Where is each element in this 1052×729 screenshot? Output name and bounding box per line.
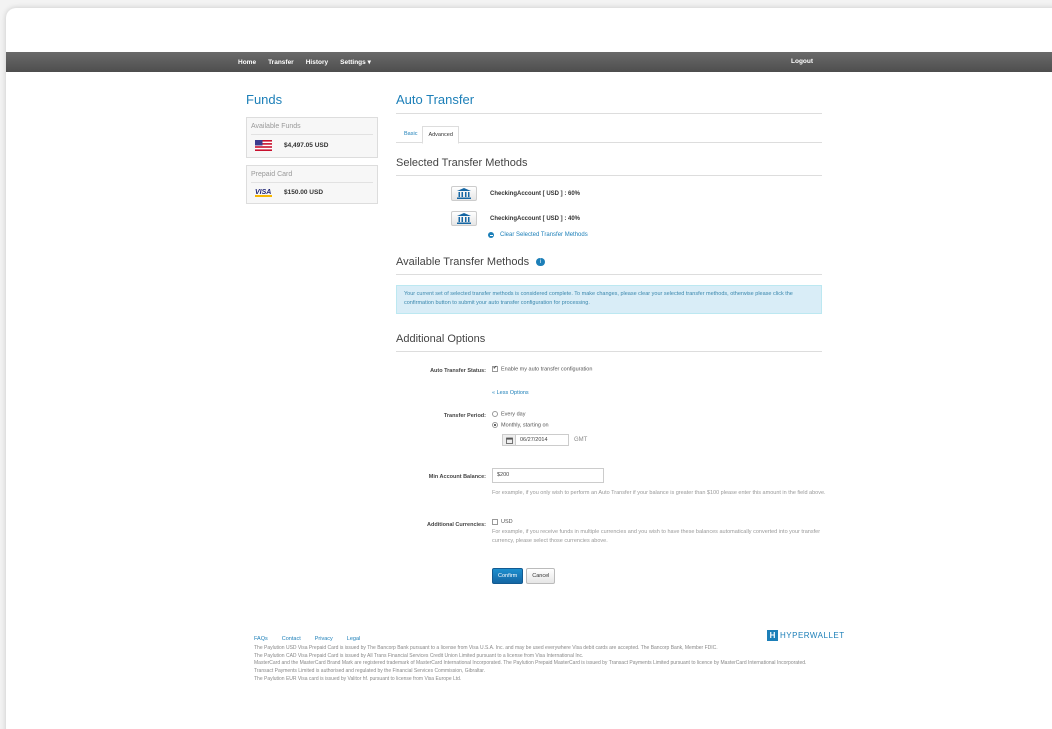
- checkbox-checked-icon: [492, 365, 498, 372]
- transfer-method-row: CheckingAccount [ USD ] : 60%: [451, 186, 822, 201]
- auto-transfer-main: Auto Transfer Basic Advanced Selected Tr…: [396, 92, 826, 648]
- transfer-method-label: CheckingAccount [ USD ] : 40%: [490, 215, 581, 222]
- options-form: Auto Transfer Status: Enable my auto tra…: [396, 352, 826, 648]
- us-flag-icon: [255, 140, 272, 151]
- radio-icon: [492, 411, 498, 417]
- start-date-group: 06/27/2014 GMT: [502, 434, 587, 446]
- timezone-label: GMT: [574, 437, 588, 443]
- nav-transfer[interactable]: Transfer: [268, 59, 294, 66]
- period-every-day-label: Every day: [501, 411, 526, 418]
- min-balance-group: $200 For example, if you only wish to pe…: [492, 468, 832, 498]
- info-alert: Your current set of selected transfer me…: [396, 285, 822, 314]
- clear-methods-link[interactable]: Clear Selected Transfer Methods: [488, 232, 822, 238]
- radio-selected-icon: [492, 422, 498, 428]
- period-monthly-radio[interactable]: Monthly, starting on: [492, 422, 549, 428]
- min-balance-help: For example, if you only wish to perform…: [492, 490, 826, 496]
- clear-methods-label: Clear Selected Transfer Methods: [500, 232, 588, 238]
- footer-line: The Paylution EUR Visa card is issued by…: [254, 675, 462, 682]
- browser-frame: Home Transfer History Settings ▾ Logout …: [6, 8, 1052, 729]
- currencies-group: USD For example, if you receive funds in…: [492, 519, 832, 546]
- page-footer: FAQs Contact Privacy Legal H HYPERWALLET…: [254, 630, 844, 684]
- period-monthly-label: Monthly, starting on: [501, 422, 549, 429]
- hyperwallet-logo: H HYPERWALLET: [767, 630, 845, 641]
- footer-legal-text: The Paylution USD Visa Prepaid Card is i…: [254, 645, 822, 684]
- footer-line: The Paylution CAD Visa Prepaid Card is i…: [254, 652, 584, 659]
- footer-link-contact[interactable]: Contact: [282, 636, 301, 642]
- transfer-method-label: CheckingAccount [ USD ] : 60%: [490, 190, 581, 197]
- prepaid-card-row: VISA $150.00 USD: [251, 183, 373, 199]
- enable-auto-transfer-checkbox[interactable]: Enable my auto transfer configuration: [492, 365, 593, 373]
- calendar-icon: [505, 437, 513, 444]
- nav-history[interactable]: History: [306, 59, 328, 66]
- sidebar-title: Funds: [246, 92, 283, 107]
- transfer-method-row: CheckingAccount [ USD ] : 40%: [451, 211, 822, 226]
- auto-transfer-status-label: Auto Transfer Status:: [430, 368, 486, 374]
- page-title: Auto Transfer: [396, 92, 822, 114]
- available-methods-title: Available Transfer Methods i: [396, 256, 822, 275]
- minus-circle-icon: [488, 232, 494, 238]
- period-every-day-radio[interactable]: Every day: [492, 411, 525, 417]
- selected-methods-title: Selected Transfer Methods: [396, 157, 822, 176]
- footer-link-privacy[interactable]: Privacy: [315, 636, 333, 642]
- info-icon[interactable]: i: [536, 258, 546, 267]
- nav-settings-dropdown[interactable]: Settings ▾: [340, 58, 371, 66]
- enable-auto-transfer-label: Enable my auto transfer configuration: [501, 366, 593, 373]
- available-methods-label: Available Transfer Methods: [396, 256, 530, 268]
- less-options-link[interactable]: « Less Options: [492, 390, 529, 396]
- prepaid-card-panel: Prepaid Card VISA $150.00 USD: [246, 165, 378, 204]
- confirm-button[interactable]: Confirm: [492, 568, 524, 584]
- min-balance-input[interactable]: $200: [492, 468, 604, 483]
- bank-button[interactable]: [451, 186, 477, 201]
- additional-options-title: Additional Options: [396, 333, 822, 352]
- footer-links: FAQs Contact Privacy Legal: [254, 636, 822, 642]
- transfer-period-label: Transfer Period:: [443, 413, 486, 419]
- hyperwallet-logo-icon: H: [767, 630, 778, 641]
- footer-line: MasterCard and the MasterCard Brand Mark…: [254, 660, 807, 675]
- bank-icon: [457, 213, 471, 224]
- form-actions: Confirm Cancel: [492, 568, 556, 584]
- additional-currencies-label: Additional Currencies:: [427, 522, 486, 528]
- tab-basic[interactable]: Basic: [399, 126, 422, 142]
- min-balance-label: Min Account Balance:: [428, 474, 486, 480]
- nav-menu: Home Transfer History Settings ▾: [238, 52, 383, 72]
- calendar-button[interactable]: [502, 434, 516, 446]
- nav-logout[interactable]: Logout: [791, 58, 813, 65]
- prepaid-card-title: Prepaid Card: [251, 171, 373, 183]
- tab-advanced[interactable]: Advanced: [422, 126, 459, 144]
- nav-home[interactable]: Home: [238, 59, 256, 66]
- available-funds-row: $4,497.05 USD: [251, 135, 373, 153]
- transfer-tabs: Basic Advanced: [396, 126, 822, 144]
- bank-icon: [457, 188, 471, 199]
- currency-usd-checkbox[interactable]: USD: [492, 519, 513, 525]
- available-funds-amount: $4,497.05 USD: [284, 142, 329, 149]
- footer-link-faqs[interactable]: FAQs: [254, 636, 268, 642]
- footer-line: The Paylution USD Visa Prepaid Card is i…: [254, 645, 718, 651]
- start-date-input[interactable]: 06/27/2014: [516, 434, 569, 446]
- currency-usd-label: USD: [501, 519, 513, 526]
- visa-logo-icon: VISA: [255, 189, 272, 197]
- top-navbar: Home Transfer History Settings ▾ Logout: [6, 52, 1052, 72]
- footer-link-legal[interactable]: Legal: [347, 636, 360, 642]
- prepaid-card-amount: $150.00 USD: [284, 189, 324, 196]
- bank-button[interactable]: [451, 211, 477, 226]
- available-funds-panel: Available Funds $4,497.05 USD: [246, 117, 378, 158]
- hyperwallet-logo-text: HYPERWALLET: [780, 631, 845, 640]
- cancel-button[interactable]: Cancel: [526, 568, 556, 584]
- available-funds-title: Available Funds: [251, 123, 373, 135]
- funds-sidebar: Funds Available Funds $4,497.05 USD Prep…: [246, 92, 378, 211]
- checkbox-icon: [492, 519, 498, 525]
- currencies-help: For example, if you receive funds in mul…: [492, 529, 821, 545]
